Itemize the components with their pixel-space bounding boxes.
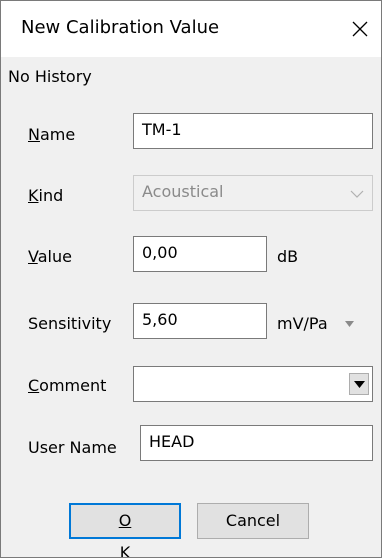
value-field[interactable]: 0,00	[133, 236, 267, 272]
name-label: Name	[28, 125, 76, 144]
kind-select[interactable]: Acoustical	[133, 175, 373, 211]
ok-button[interactable]: OK	[69, 503, 181, 557]
comment-dropdown-button[interactable]	[349, 373, 369, 395]
username-value: HEAD	[149, 432, 195, 451]
sensitivity-unit: mV/Pa	[277, 314, 328, 333]
name-value: TM-1	[142, 120, 182, 139]
history-status: No History	[8, 67, 92, 86]
sensitivity-label: Sensitivity	[28, 314, 112, 333]
comment-label: Comment	[28, 376, 107, 395]
kind-value: Acoustical	[142, 182, 224, 201]
title-bar: New Calibration Value	[1, 1, 381, 57]
triangle-down-icon	[345, 321, 354, 327]
cancel-label: Cancel	[225, 511, 281, 530]
kind-label: Kind	[28, 186, 64, 205]
value-value: 0,00	[142, 243, 178, 262]
sensitivity-field[interactable]: 5,60	[133, 303, 267, 339]
username-field[interactable]: HEAD	[140, 425, 373, 461]
chevron-down-icon	[350, 190, 364, 198]
sensitivity-value: 5,60	[142, 310, 178, 329]
value-unit: dB	[277, 247, 299, 266]
sensitivity-unit-select[interactable]: mV/Pa	[277, 314, 354, 333]
value-label: Value	[28, 247, 72, 266]
ok-label: OK	[118, 511, 132, 558]
close-button[interactable]	[345, 14, 375, 44]
triangle-down-icon	[354, 381, 365, 388]
username-label: User Name	[28, 438, 117, 457]
calibration-dialog: New Calibration Value No History Name TM…	[0, 0, 382, 558]
window-title: New Calibration Value	[21, 17, 220, 38]
comment-combobox[interactable]	[133, 366, 373, 402]
close-icon	[352, 21, 368, 37]
cancel-button[interactable]: Cancel	[197, 503, 309, 539]
name-field[interactable]: TM-1	[133, 113, 373, 149]
